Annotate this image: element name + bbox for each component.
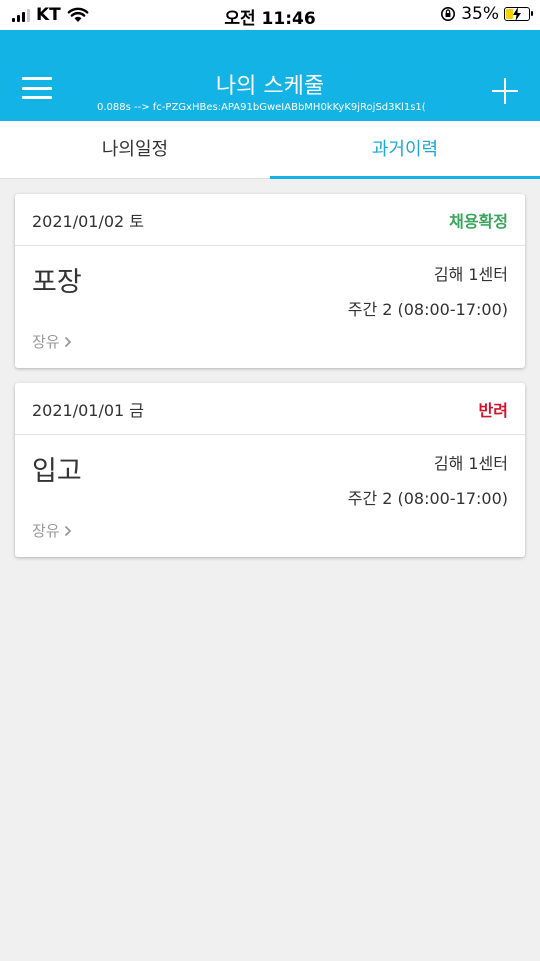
status-right: 35%: [440, 4, 533, 24]
card-date: 2021/01/02 토: [32, 211, 145, 231]
schedule-card[interactable]: 2021/01/01 금 반려 입고 김해 1센터 주간 2 (08:00-17…: [15, 383, 525, 557]
status-bar: KT 오전 11:46 35%: [0, 0, 540, 30]
debug-token-text: 0.088s --> fc-PZGxHBes:APA91bGweIABbMH0k…: [97, 102, 426, 113]
page-title: 나의 스케줄: [215, 74, 325, 99]
schedule-card[interactable]: 2021/01/02 토 채용확정 포장 김해 1센터 주간 2 (08:00-…: [15, 194, 525, 368]
job-title: 입고: [32, 456, 82, 487]
tab-past-history[interactable]: 과거이력: [270, 121, 540, 179]
card-date: 2021/01/01 금: [32, 400, 145, 420]
battery-percent: 35%: [461, 4, 499, 24]
work-location: 김해 1센터: [433, 454, 508, 473]
plus-icon[interactable]: [492, 78, 518, 104]
work-location: 김해 1센터: [433, 265, 508, 284]
chevron-right-icon: [64, 336, 71, 347]
shift-time: 주간 2 (08:00-17:00): [347, 489, 508, 508]
app-bar: 나의 스케줄 0.088s --> fc-PZGxHBes:APA91bGweI…: [0, 30, 540, 121]
charging-bolt-icon: [513, 7, 521, 21]
pickup-zone-link[interactable]: 장유: [32, 520, 72, 541]
zone-label: 장유: [32, 522, 60, 540]
status-badge: 채용확정: [449, 211, 508, 231]
tab-bar: 나의일정 과거이력: [0, 121, 540, 179]
status-badge: 반려: [478, 400, 508, 420]
card-header: 2021/01/01 금 반려: [15, 383, 525, 435]
chevron-right-icon: [64, 525, 71, 536]
job-title: 포장: [32, 267, 82, 298]
shift-time: 주간 2 (08:00-17:00): [347, 300, 508, 319]
pickup-zone-link[interactable]: 장유: [32, 331, 72, 352]
tab-my-schedule[interactable]: 나의일정: [0, 121, 270, 178]
orientation-lock-icon: [441, 7, 456, 21]
zone-label: 장유: [32, 333, 60, 351]
card-body: 포장 김해 1센터 주간 2 (08:00-17:00) 장유: [15, 246, 525, 367]
battery-icon: [504, 7, 533, 21]
card-header: 2021/01/02 토 채용확정: [15, 194, 525, 246]
card-body: 입고 김해 1센터 주간 2 (08:00-17:00) 장유: [15, 435, 525, 556]
